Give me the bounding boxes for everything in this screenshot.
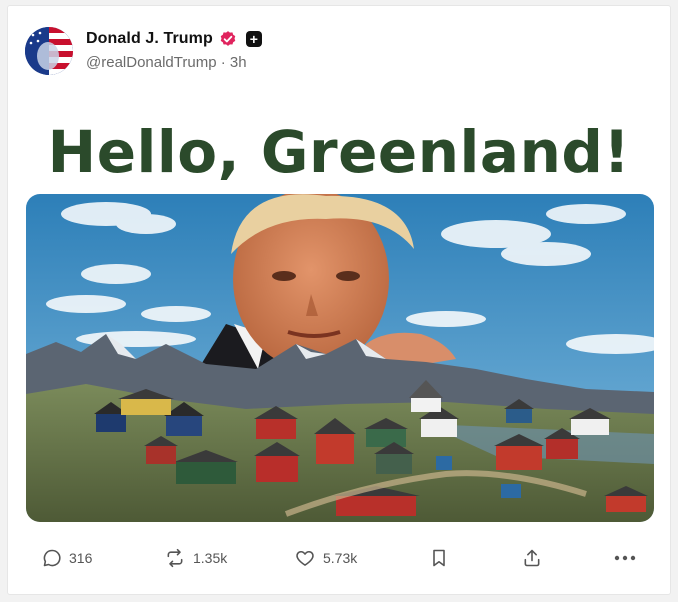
bookmark-icon <box>433 549 445 567</box>
reply-icon <box>43 549 61 567</box>
post-card: Donald J. Trump + @realDonaldTrump · 3h … <box>8 6 670 594</box>
more-button[interactable] <box>614 544 636 572</box>
greenland-scene-image <box>26 194 654 522</box>
verified-icon <box>220 31 236 46</box>
repost-button[interactable]: 1.35k <box>164 544 227 572</box>
post-actions-bar: 316 1.35k 5.73k <box>8 544 670 572</box>
like-button[interactable]: 5.73k <box>294 544 357 572</box>
avatar[interactable] <box>25 27 73 75</box>
repost-count: 1.35k <box>193 550 228 566</box>
avatar-image <box>25 27 73 75</box>
like-icon <box>296 550 314 566</box>
repost-icon <box>167 548 183 568</box>
post-headline: Hello, Greenland! <box>47 118 631 186</box>
meta-separator: · <box>220 54 226 71</box>
author-handle-row: @realDonaldTrump · 3h <box>86 54 247 71</box>
post-time[interactable]: 3h <box>230 54 247 71</box>
author-name-row: Donald J. Trump + <box>86 28 262 50</box>
reply-button[interactable]: 316 <box>42 544 92 572</box>
author-handle[interactable]: @realDonaldTrump <box>86 54 217 71</box>
share-button[interactable] <box>522 544 542 572</box>
reply-count: 316 <box>69 550 93 566</box>
like-count: 5.73k <box>323 550 358 566</box>
plus-badge-icon: + <box>245 31 262 47</box>
share-icon <box>524 549 540 567</box>
bookmark-button[interactable] <box>430 544 448 572</box>
post-image[interactable] <box>26 194 654 522</box>
author-display-name[interactable]: Donald J. Trump <box>86 30 213 48</box>
more-icon <box>614 555 636 561</box>
